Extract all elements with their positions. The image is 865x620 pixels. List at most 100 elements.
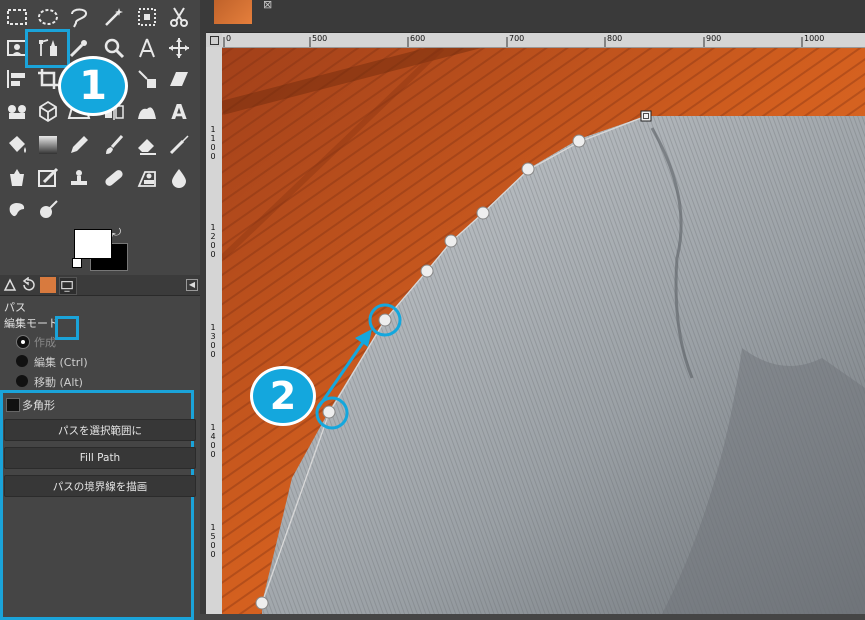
- ruler-corner[interactable]: [206, 33, 222, 47]
- pencil-icon: [71, 136, 88, 153]
- water-drop-icon: [172, 169, 186, 188]
- scissors-select-tool[interactable]: [164, 2, 194, 32]
- vruler-label-1200: 1 2 0 0: [210, 223, 216, 259]
- cage-icon: [138, 107, 156, 119]
- mypaint-brush-icon: [38, 167, 59, 187]
- move-tool[interactable]: [164, 33, 194, 63]
- mode-move-label: 移動 (Alt): [34, 376, 83, 389]
- image-canvas[interactable]: [222, 48, 865, 614]
- rect-select-icon: [7, 9, 27, 25]
- cube-icon: [39, 100, 57, 123]
- eraser-tool[interactable]: [132, 130, 162, 160]
- measure-tool[interactable]: [132, 33, 162, 63]
- image-tab-bar: [206, 0, 865, 32]
- path-anchor[interactable]: [255, 596, 269, 610]
- path-anchor[interactable]: [378, 313, 392, 327]
- edit-mode-highlight: [55, 316, 79, 340]
- clone-tool[interactable]: [64, 163, 94, 193]
- smudge-tool[interactable]: [2, 195, 32, 225]
- undo-history-tab-icon[interactable]: [20, 276, 36, 293]
- shear-tool[interactable]: [164, 64, 194, 94]
- fill-path-button[interactable]: Fill Path: [4, 447, 196, 469]
- dock-tab-bar: ◀: [0, 275, 200, 296]
- tool-options-title: パス: [4, 301, 26, 314]
- step-badge-2: 2: [250, 366, 316, 426]
- lasso-icon: [71, 8, 87, 28]
- select-by-color-tool[interactable]: [132, 2, 162, 32]
- unified-transform-tool[interactable]: [132, 64, 162, 94]
- perspective-clone-icon: [137, 171, 156, 187]
- path-anchor-start[interactable]: [640, 110, 652, 122]
- heal-tool[interactable]: [99, 163, 129, 193]
- polygonal-checkbox[interactable]: [6, 398, 20, 412]
- bandage-icon: [105, 170, 123, 186]
- stroke-path-button[interactable]: パスの境界線を描画: [4, 475, 196, 497]
- path-anchor[interactable]: [322, 405, 336, 419]
- mode-design-label: 作成: [34, 336, 56, 349]
- path-anchor[interactable]: [420, 264, 434, 278]
- selection-from-path-button[interactable]: パスを選択範囲に: [4, 419, 196, 441]
- pencil-tool[interactable]: [64, 130, 94, 160]
- foreground-color-swatch[interactable]: [74, 229, 112, 259]
- device-status-tab-icon[interactable]: [59, 277, 77, 295]
- path-anchor[interactable]: [521, 162, 535, 176]
- airbrush-tool[interactable]: [164, 130, 194, 160]
- bucket-fill-tool[interactable]: [2, 130, 32, 160]
- shear-icon: [170, 72, 188, 86]
- move-icon: [169, 38, 189, 58]
- free-select-tool[interactable]: [64, 2, 94, 32]
- dodge-burn-tool[interactable]: [33, 195, 63, 225]
- dock-menu-icon[interactable]: ◀: [186, 279, 198, 291]
- mypaint-brush-tool[interactable]: [33, 163, 63, 193]
- ruler-label-900: 900: [706, 34, 722, 43]
- fuzzy-select-tool[interactable]: [99, 2, 129, 32]
- image-tab-thumbnail[interactable]: [214, 0, 252, 24]
- polygonal-label: 多角形: [22, 399, 55, 412]
- ellipse-select-tool[interactable]: [33, 2, 63, 32]
- step-badge-2-label: 2: [269, 374, 297, 418]
- toolbox: A 1 ⤾ ◀ パス 編集モード 作成 編集 (Ctrl) 移動 (Alt) 多…: [0, 0, 205, 620]
- edit-mode-label: 編集モード: [4, 317, 59, 330]
- eraser-icon: [138, 139, 156, 155]
- perspective-clone-tool[interactable]: [132, 163, 162, 193]
- dodge-burn-icon: [40, 200, 58, 218]
- svg-text:A: A: [171, 100, 187, 123]
- paintbrush-tool[interactable]: [99, 130, 129, 160]
- vruler-label-1100: 1 1 0 0: [210, 125, 216, 161]
- path-anchor[interactable]: [476, 206, 490, 220]
- rect-select-tool[interactable]: [2, 2, 32, 32]
- ellipse-select-icon: [38, 9, 58, 25]
- vruler-label-1300: 1 3 0 0: [210, 323, 216, 359]
- ruler-label-700: 700: [509, 34, 525, 43]
- ruler-label-500: 500: [312, 34, 328, 43]
- ruler-label-800: 800: [607, 34, 623, 43]
- compass-icon: [139, 38, 155, 58]
- airbrush-icon: [169, 135, 189, 155]
- vruler-label-1400: 1 4 0 0: [210, 423, 216, 459]
- mode-edit-radio[interactable]: [16, 355, 28, 367]
- default-colors-icon[interactable]: [72, 258, 82, 268]
- ink-tool[interactable]: [2, 163, 32, 193]
- gradient-icon: [39, 136, 57, 154]
- paintbrush-icon: [106, 134, 124, 154]
- cage-transform-tool[interactable]: [132, 96, 162, 126]
- images-tab-icon[interactable]: [40, 277, 56, 293]
- warp-transform-tool[interactable]: [2, 96, 32, 126]
- align-tool[interactable]: [2, 64, 32, 94]
- photo-and-path[interactable]: [222, 48, 865, 614]
- mode-move-radio[interactable]: [16, 375, 28, 387]
- mode-design-radio[interactable]: [16, 335, 30, 349]
- close-icon[interactable]: ⊠: [263, 0, 272, 11]
- magic-wand-icon: [105, 8, 123, 26]
- align-icon: [7, 70, 25, 88]
- 3d-transform-tool[interactable]: [33, 96, 63, 126]
- gradient-tool[interactable]: [33, 130, 63, 160]
- path-anchor[interactable]: [572, 134, 586, 148]
- selected-tool-highlight: [25, 29, 70, 68]
- blur-sharpen-tool[interactable]: [164, 163, 194, 193]
- tool-options-tab-icon[interactable]: [2, 277, 18, 293]
- step-badge-1: 1: [58, 56, 128, 116]
- text-tool[interactable]: A: [164, 96, 194, 126]
- path-anchor[interactable]: [444, 234, 458, 248]
- swap-colors-icon[interactable]: ⤾: [112, 226, 121, 240]
